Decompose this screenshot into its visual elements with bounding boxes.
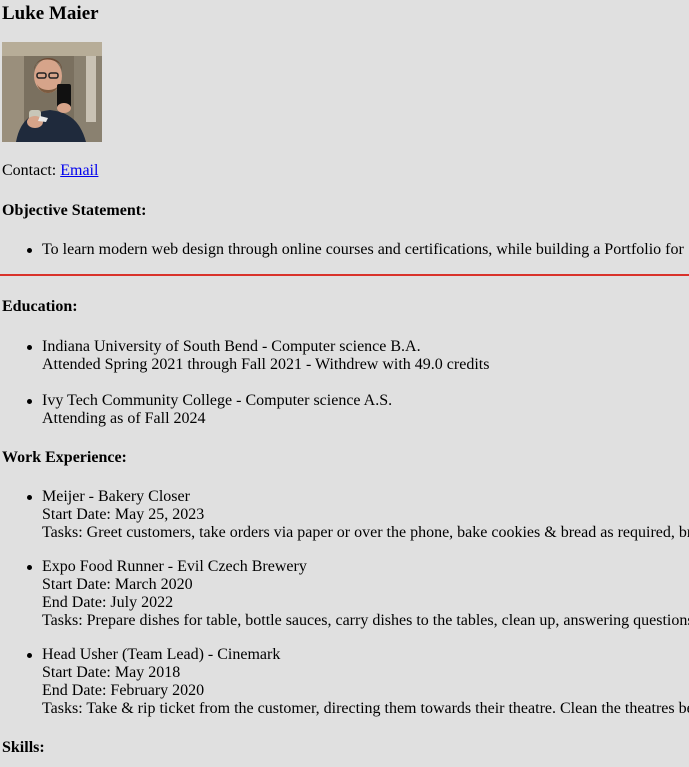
list-item: Indiana University of South Bend - Compu… (26, 338, 490, 374)
work-heading: Work Experience: (2, 449, 127, 466)
objective-list: To learn modern web design through onlin… (2, 241, 684, 259)
contact-label: Contact: (2, 162, 57, 179)
work-list: Meijer - Bakery Closer Start Date: May 2… (2, 488, 689, 718)
job-start: Start Date: May 2018 (42, 664, 181, 681)
job-end: End Date: February 2020 (42, 682, 205, 699)
education-detail: Attended Spring 2021 through Fall 2021 -… (42, 356, 490, 373)
education-detail: Attending as of Fall 2024 (42, 410, 206, 427)
job-tasks: Tasks: Take & rip ticket from the custom… (42, 700, 689, 717)
objective-text: To learn modern web design through onlin… (42, 241, 684, 258)
job-start: Start Date: March 2020 (42, 576, 193, 593)
education-school: Indiana University of South Bend - Compu… (42, 338, 421, 355)
skills-heading: Skills: (2, 739, 45, 756)
job-title: Meijer - Bakery Closer (42, 488, 190, 505)
page-title: Luke Maier (2, 3, 99, 24)
section-divider (0, 274, 689, 276)
list-item: Ivy Tech Community College - Computer sc… (26, 392, 489, 428)
list-item: To learn modern web design through onlin… (27, 241, 684, 259)
job-title: Expo Food Runner - Evil Czech Brewery (42, 558, 307, 575)
job-start: Start Date: May 25, 2023 (42, 506, 205, 523)
list-item: Expo Food Runner - Evil Czech Brewery St… (27, 558, 689, 630)
job-end: End Date: July 2022 (42, 594, 174, 611)
job-tasks: Tasks: Prepare dishes for table, bottle … (42, 612, 689, 629)
list-item: Meijer - Bakery Closer Start Date: May 2… (27, 488, 689, 542)
education-list: Indiana University of South Bend - Compu… (2, 338, 489, 428)
email-link[interactable]: Email (60, 162, 98, 179)
education-heading: Education: (2, 298, 78, 315)
objective-heading: Objective Statement: (2, 202, 147, 219)
contact-line: Contact: Email (2, 162, 98, 180)
job-tasks: Tasks: Greet customers, take orders via … (42, 524, 689, 541)
education-school: Ivy Tech Community College - Computer sc… (42, 392, 393, 409)
list-item: Head Usher (Team Lead) - Cinemark Start … (27, 646, 689, 718)
job-title: Head Usher (Team Lead) - Cinemark (42, 646, 281, 663)
profile-photo (2, 42, 102, 142)
